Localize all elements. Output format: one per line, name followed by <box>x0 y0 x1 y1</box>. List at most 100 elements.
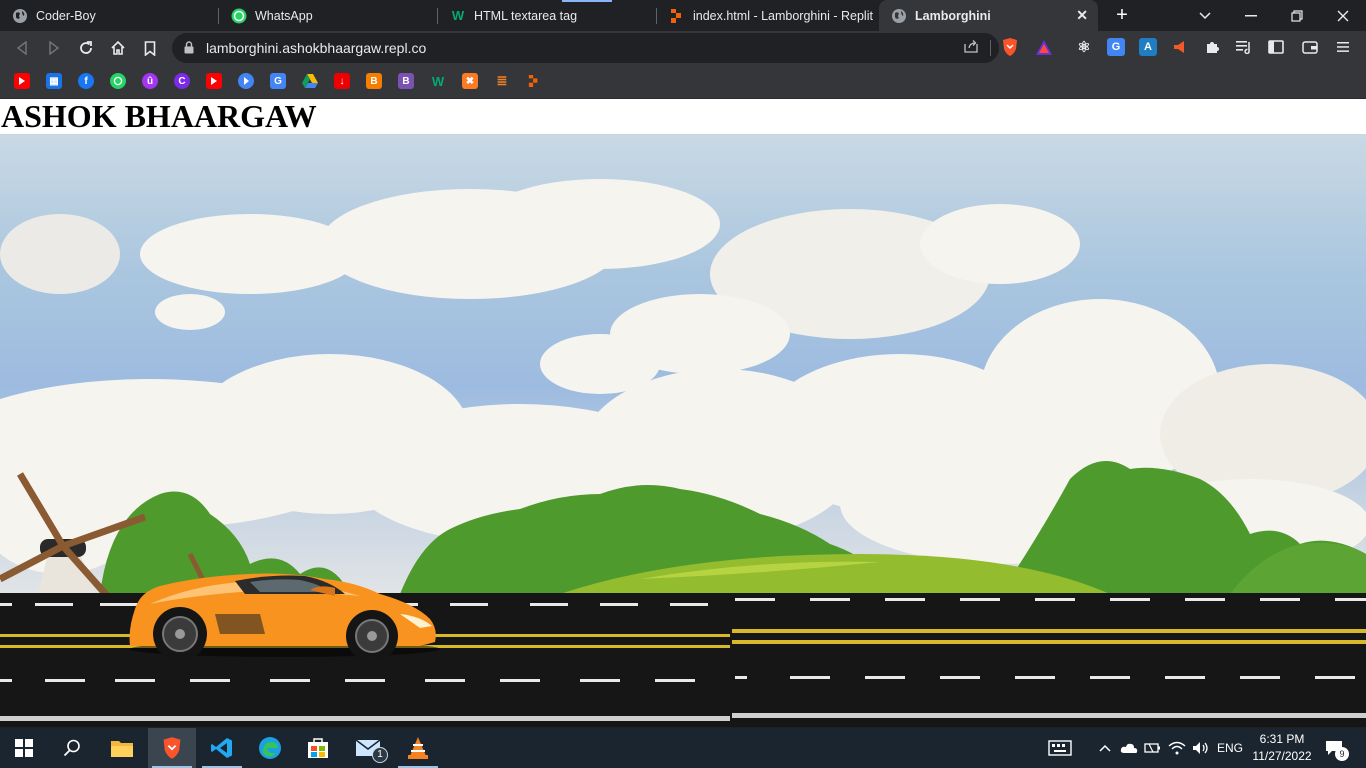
media-playlist-icon[interactable] <box>1235 38 1253 56</box>
url-text[interactable]: lamborghini.ashokbhaargaw.repl.co <box>206 40 426 56</box>
video-icon[interactable] <box>238 73 254 89</box>
youtube-icon[interactable] <box>206 73 222 89</box>
restore-icon <box>1291 9 1303 22</box>
edge-taskbar-button[interactable] <box>246 728 294 768</box>
file-explorer-icon <box>111 741 133 757</box>
restore-button[interactable] <box>1274 0 1320 31</box>
close-icon <box>1337 10 1349 21</box>
windows-taskbar: 1 ENG 6:31 PM 11/27/2022 9 <box>0 728 1366 768</box>
reload-icon <box>80 41 92 54</box>
show-hidden-icons-button[interactable] <box>1096 728 1114 768</box>
tab-html-textarea[interactable]: W HTML textarea tag <box>438 0 657 31</box>
search-icon <box>63 739 80 757</box>
tab-search-button[interactable] <box>1182 0 1228 31</box>
udemy-icon[interactable]: û <box>142 73 158 89</box>
forward-button[interactable] <box>42 36 66 60</box>
tab-whatsapp[interactable]: WhatsApp <box>219 0 438 31</box>
system-clock[interactable]: 6:31 PM 11/27/2022 <box>1250 731 1314 765</box>
battery-icon[interactable] <box>1142 728 1164 768</box>
blogger-icon[interactable]: B <box>366 73 382 89</box>
edge-icon <box>259 737 281 759</box>
mail-badge: 1 <box>372 747 388 763</box>
calendar-icon[interactable]: ▦ <box>46 73 62 89</box>
stackoverflow-icon[interactable]: ≣ <box>494 73 510 89</box>
minimize-icon <box>1245 14 1257 16</box>
new-tab-button[interactable]: + <box>1110 3 1134 27</box>
wallet-icon[interactable] <box>1301 38 1319 56</box>
wifi-icon[interactable] <box>1166 728 1188 768</box>
globe-icon <box>12 8 28 24</box>
reload-button[interactable] <box>74 36 98 60</box>
mail-taskbar-button[interactable]: 1 <box>344 728 392 768</box>
browser-toolbar: lamborghini.ashokbhaargaw.repl.co ⚛ G A <box>0 31 1366 65</box>
tab-label: index.html - Lamborghini - Replit <box>693 8 873 23</box>
brave-icon <box>163 737 181 759</box>
close-window-button[interactable] <box>1320 0 1366 31</box>
extension-speaker-icon[interactable] <box>1171 38 1189 56</box>
canva-icon[interactable]: C <box>174 73 190 89</box>
chevron-down-icon <box>1199 11 1211 19</box>
bootstrap-icon[interactable]: B <box>398 73 414 89</box>
xampp-icon[interactable]: ✖ <box>462 73 478 89</box>
tab-lamborghini[interactable]: Lamborghini ✕ <box>879 0 1098 31</box>
back-button[interactable] <box>10 36 34 60</box>
extensions-puzzle-icon[interactable] <box>1203 38 1221 56</box>
vscode-icon <box>211 738 232 758</box>
page-viewport: ASHOK BHAARGAW <box>0 99 1366 727</box>
keyboard-icon <box>1048 740 1072 756</box>
brave-shields-icon[interactable] <box>1001 38 1019 56</box>
back-arrow-icon <box>16 41 27 55</box>
tab-label: WhatsApp <box>255 8 313 23</box>
scene-illustration <box>0 179 1366 727</box>
file-explorer-button[interactable] <box>98 728 146 768</box>
brave-rewards-icon[interactable] <box>1035 38 1053 56</box>
windows-start-icon <box>15 739 33 757</box>
replit-icon[interactable] <box>526 73 542 89</box>
browser-tab-strip: Coder-Boy WhatsApp W HTML textarea tag i… <box>0 0 1366 31</box>
translate-icon[interactable]: G <box>1107 38 1125 56</box>
notification-badge: 9 <box>1335 747 1349 761</box>
download-icon[interactable]: ↓ <box>334 73 350 89</box>
vlc-taskbar-button[interactable] <box>394 728 442 768</box>
notification-center-button[interactable]: 9 <box>1318 728 1350 768</box>
facebook-icon[interactable]: f <box>78 73 94 89</box>
tab-loading-indicator <box>562 0 612 2</box>
tab-replit[interactable]: index.html - Lamborghini - Replit <box>657 0 876 31</box>
sidebar-icon[interactable] <box>1267 38 1285 56</box>
chevron-up-icon <box>1099 744 1111 752</box>
brave-taskbar-button[interactable] <box>148 728 196 768</box>
bookmark-button[interactable] <box>138 36 162 60</box>
store-taskbar-button[interactable] <box>294 728 342 768</box>
globe-icon <box>891 8 907 24</box>
google-drive-icon[interactable] <box>302 73 318 89</box>
bookmarks-bar: ▦ f û C G ↓ B B W ✖ ≣ <box>0 65 1366 99</box>
bookmark-icon <box>144 40 156 56</box>
volume-icon[interactable] <box>1190 728 1212 768</box>
react-devtools-icon[interactable]: ⚛ <box>1075 38 1093 56</box>
translate-icon[interactable]: G <box>270 73 286 89</box>
minimize-button[interactable] <box>1228 0 1274 31</box>
azure-icon[interactable]: A <box>1139 38 1157 56</box>
forward-arrow-icon <box>49 41 60 55</box>
whatsapp-icon[interactable] <box>110 73 126 89</box>
search-button[interactable] <box>48 728 96 768</box>
youtube-icon[interactable] <box>14 73 30 89</box>
clock-time: 6:31 PM <box>1259 732 1305 746</box>
language-indicator[interactable]: ENG <box>1214 728 1246 768</box>
share-icon[interactable] <box>963 39 979 56</box>
replit-icon <box>669 8 685 24</box>
onedrive-icon[interactable] <box>1118 728 1140 768</box>
close-tab-icon[interactable]: ✕ <box>1076 7 1088 24</box>
store-icon <box>308 738 328 758</box>
start-button[interactable] <box>0 728 48 768</box>
menu-icon[interactable] <box>1334 38 1352 56</box>
clock-date: 11/27/2022 <box>1252 749 1312 763</box>
tab-coder-boy[interactable]: Coder-Boy <box>0 0 219 31</box>
home-button[interactable] <box>106 36 130 60</box>
tab-label: HTML textarea tag <box>474 8 578 23</box>
tab-label: Lamborghini <box>915 8 991 23</box>
vscode-taskbar-button[interactable] <box>198 728 246 768</box>
task-view-button[interactable] <box>1044 728 1076 768</box>
address-bar[interactable]: lamborghini.ashokbhaargaw.repl.co <box>172 33 999 63</box>
w3schools-icon[interactable]: W <box>430 73 446 89</box>
